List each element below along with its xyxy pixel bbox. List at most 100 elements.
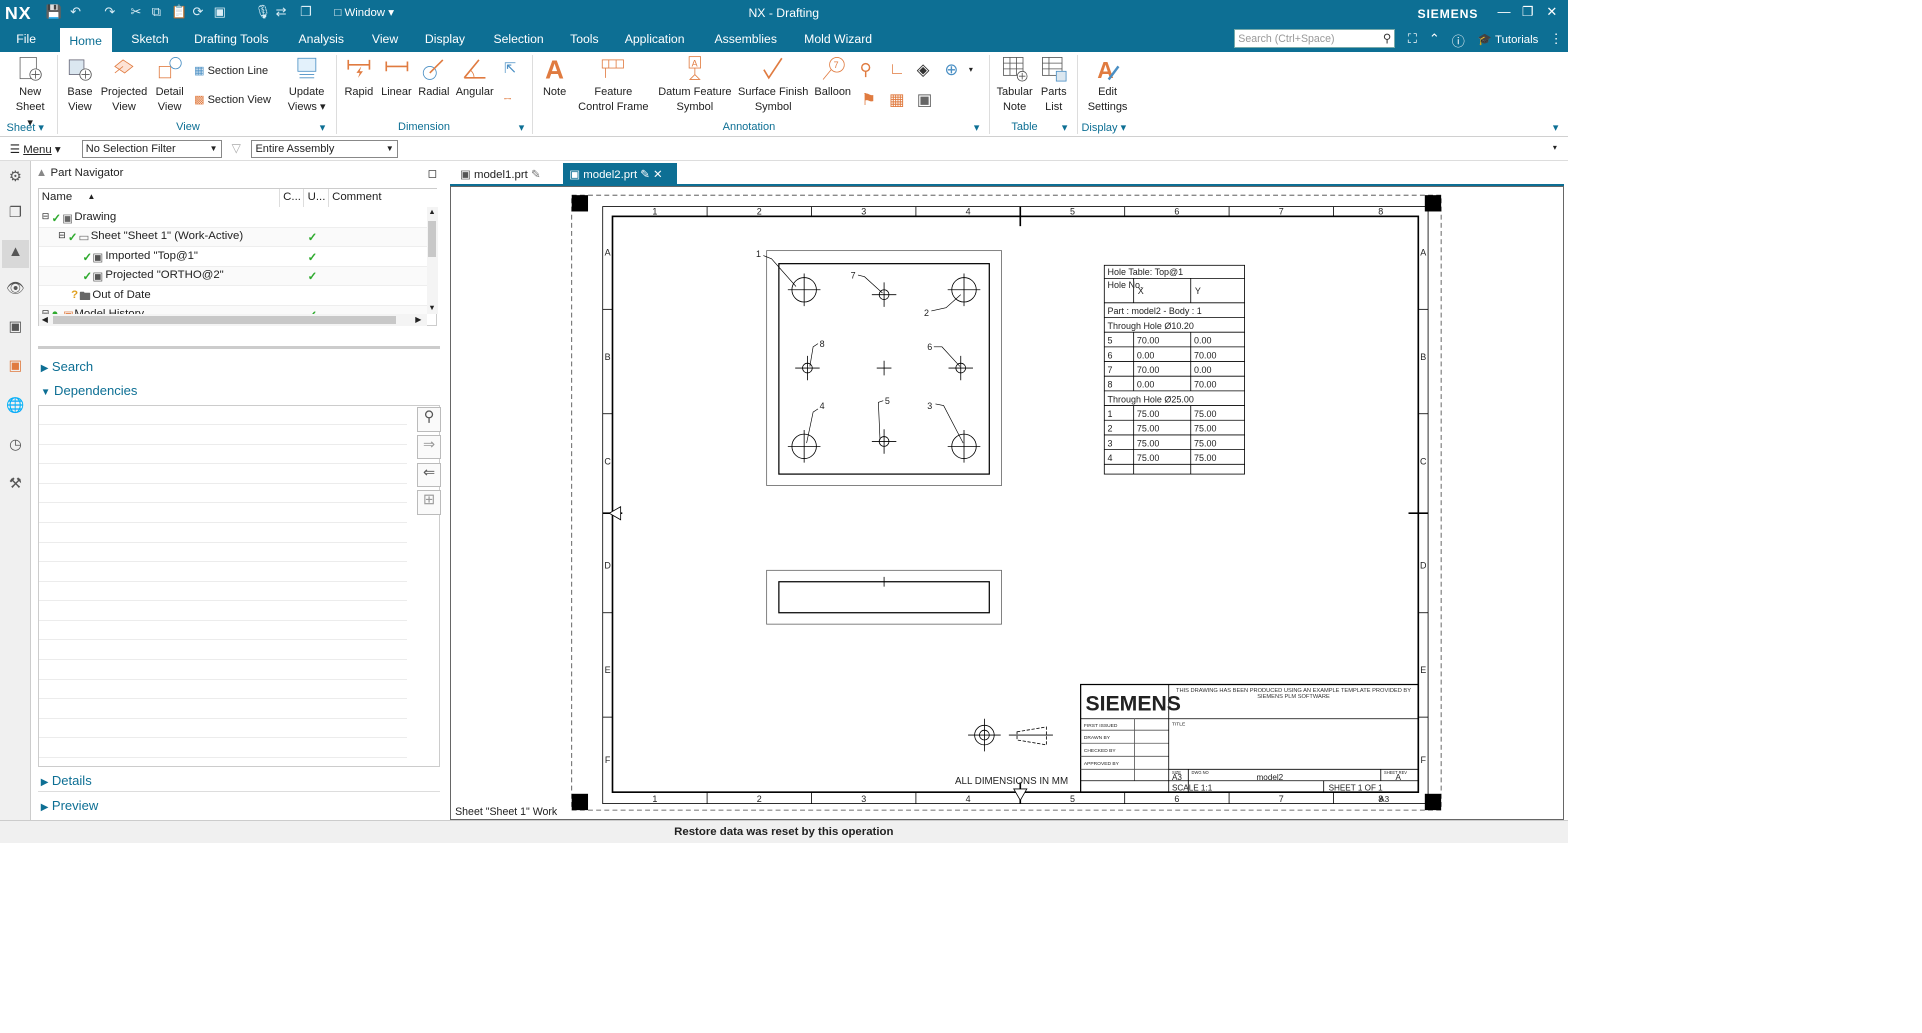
section-details[interactable]: ▶ Details [41, 773, 92, 788]
ribbon-options-icon[interactable]: ▾ [1553, 121, 1559, 134]
base-view-button[interactable]: Base View [64, 55, 97, 115]
part-navigator-icon[interactable]: ▲ [1, 239, 30, 268]
tree-row-out-of-date[interactable]: ? 🖿 Out of Date [38, 286, 427, 306]
tab-selection[interactable]: Selection [493, 32, 543, 46]
minimize-icon[interactable]: — [1497, 4, 1510, 19]
center-mark-icon[interactable]: ⊕ [944, 60, 958, 80]
tab-sketch[interactable]: Sketch [131, 32, 168, 46]
chain-dimension-icon[interactable]: ⧿ [504, 90, 511, 106]
linear-dimension-button[interactable]: Linear [378, 55, 414, 100]
center-mark-dropdown-icon[interactable]: ▾ [969, 64, 973, 74]
update-views-button[interactable]: Update Views ▾ [285, 55, 327, 115]
search-input[interactable]: Search (Ctrl+Space) ⚲ [1234, 28, 1396, 49]
close-icon[interactable]: ✕ [1546, 4, 1557, 20]
scroll-up-icon[interactable]: ▲ [428, 207, 435, 216]
assembly-navigator-icon[interactable]: ❐ [6, 204, 26, 224]
forward-button[interactable]: ⇒ [416, 434, 442, 460]
weld-symbol-icon[interactable]: ⚑ [861, 90, 876, 110]
section-view-button[interactable]: ▩ Section View [194, 93, 271, 106]
edit-settings-button[interactable]: A Edit Settings [1085, 55, 1131, 115]
tabular-note-button[interactable]: Tabular Note [995, 55, 1034, 115]
help-icon[interactable]: ⓘ [1452, 31, 1465, 50]
maximize-panel-icon[interactable]: ◻ [428, 166, 437, 180]
radial-dimension-button[interactable]: Radial [416, 55, 452, 100]
tab-view[interactable]: View [372, 32, 398, 46]
collapse-ribbon-icon[interactable]: ⌃ [1429, 31, 1440, 47]
scroll-right-icon[interactable]: ▶ [415, 314, 421, 324]
tab-drafting-tools[interactable]: Drafting Tools [194, 32, 268, 46]
toolbar-options-icon[interactable]: ▾ [1553, 142, 1557, 152]
group-annotation-expand-icon[interactable]: ▾ [974, 121, 980, 134]
datum-feature-symbol-button[interactable]: A Datum Feature Symbol [654, 55, 736, 115]
angular-dimension-button[interactable]: Angular [453, 55, 495, 100]
more-icon[interactable]: ⋮ [1550, 31, 1563, 47]
back-button[interactable]: ⇐ [416, 462, 442, 488]
magnifier-button[interactable]: ⚲ [416, 407, 442, 432]
close-tab-icon[interactable]: ✕ [653, 169, 663, 181]
scroll-left-icon[interactable]: ◀ [42, 314, 48, 324]
tutorials-link[interactable]: 🎓 Tutorials [1478, 32, 1539, 46]
zoom-area-button[interactable]: ⊞ [416, 490, 442, 515]
scrollbar-thumb[interactable] [53, 315, 396, 324]
note-button[interactable]: A Note [537, 55, 573, 100]
column-header-current[interactable]: C... [279, 188, 305, 207]
tab-display[interactable]: Display [425, 32, 465, 46]
horizontal-scrollbar[interactable]: ◀ ▶ [38, 314, 427, 326]
web-browser-icon[interactable]: ▣ [6, 318, 26, 338]
group-annotation[interactable]: Annotation [723, 121, 776, 133]
scrollbar-thumb[interactable] [428, 221, 437, 258]
tree-row-projected-view[interactable]: ✓ ▣ Projected "ORTHO@2" ✓ [38, 266, 427, 287]
rapid-dimension-button[interactable]: Rapid [341, 55, 377, 100]
roles-tools-icon[interactable]: ⚒ [6, 475, 26, 495]
collapse-icon[interactable]: ⊟ [58, 230, 66, 241]
group-display[interactable]: Display ▾ [1081, 121, 1126, 134]
detail-view-button[interactable]: Detail View [152, 55, 188, 115]
palette-icon[interactable]: ▣ [6, 357, 26, 377]
section-search[interactable]: ▶ Search [41, 359, 93, 374]
doc-tab-model1[interactable]: ▣ model1.prt ✎ [453, 163, 559, 184]
collapse-icon[interactable]: ⊟ [42, 211, 50, 222]
centerline-icon[interactable]: ∟ [889, 60, 905, 79]
surface-finish-symbol-button[interactable]: Surface Finish Symbol [734, 55, 812, 115]
crosshatch-icon[interactable]: ▦ [889, 90, 904, 110]
section-preview[interactable]: ▶ Preview [41, 798, 99, 813]
vertical-scrollbar[interactable]: ▲ ▼ [426, 206, 439, 315]
settings-gear-icon[interactable]: ⚙ [6, 168, 26, 188]
tree-row-sheet[interactable]: ⊟ ✓ ▭ Sheet "Sheet 1" (Work-Active) ✓ [38, 227, 427, 248]
tab-home[interactable]: Home [59, 26, 112, 53]
splitter[interactable] [37, 345, 441, 350]
image-icon[interactable]: ▣ [917, 90, 932, 110]
column-header-uptodate[interactable]: U... [304, 188, 329, 207]
section-dependencies[interactable]: ▼ Dependencies [41, 383, 138, 398]
group-view-expand-icon[interactable]: ▾ [320, 121, 326, 134]
group-sheet[interactable]: Sheet ▾ [7, 121, 44, 134]
doc-tab-model2[interactable]: ▣ model2.prt ✎ ✕ [562, 163, 677, 185]
scroll-down-icon[interactable]: ▼ [428, 303, 435, 312]
tab-application[interactable]: Application [625, 32, 685, 46]
drawing-sheet[interactable]: 1 2 3 4 5 6 7 8 1 2 3 4 5 6 7 8 A B C D … [451, 187, 1565, 822]
tree-row-drawing[interactable]: ⊟ ✓ ▣ Drawing [38, 208, 427, 228]
fill-icon[interactable]: ◈ [917, 60, 930, 80]
tab-tools[interactable]: Tools [570, 32, 599, 46]
scope-dropdown[interactable]: Entire Assembly ▼ [251, 140, 398, 159]
tab-analysis[interactable]: Analysis [299, 32, 345, 46]
tab-mold-wizard[interactable]: Mold Wizard [804, 32, 872, 46]
feature-control-frame-button[interactable]: Feature Control Frame [573, 55, 655, 115]
graphics-window[interactable]: 1 2 3 4 5 6 7 8 1 2 3 4 5 6 7 8 A B C D … [450, 185, 1565, 822]
group-table[interactable]: Table [1011, 121, 1037, 133]
tab-file[interactable]: File [16, 32, 36, 46]
filter-icon[interactable]: ▽ [232, 141, 241, 155]
tree-row-imported-view[interactable]: ✓ ▣ Imported "Top@1" ✓ [38, 247, 427, 267]
ordinate-dimension-icon[interactable]: ⇱ [504, 60, 516, 77]
column-header-name[interactable]: Name ▲ [38, 188, 280, 207]
history-clock-icon[interactable]: ◷ [6, 436, 26, 456]
column-header-comment[interactable]: Comment [328, 188, 439, 207]
fullscreen-icon[interactable]: ⛶ [1408, 31, 1417, 47]
menu-button[interactable]: ☰ Menu ▾ [10, 142, 61, 156]
globe-icon[interactable]: 🌐 [6, 396, 26, 416]
section-line-button[interactable]: ▦ Section Line [194, 64, 268, 77]
selection-filter-dropdown[interactable]: No Selection Filter ▼ [81, 140, 222, 159]
parts-list-button[interactable]: Parts List [1036, 55, 1072, 115]
balloon-button[interactable]: 7 Balloon [812, 55, 853, 100]
visibility-eye-icon[interactable]: 👁 [6, 279, 26, 299]
